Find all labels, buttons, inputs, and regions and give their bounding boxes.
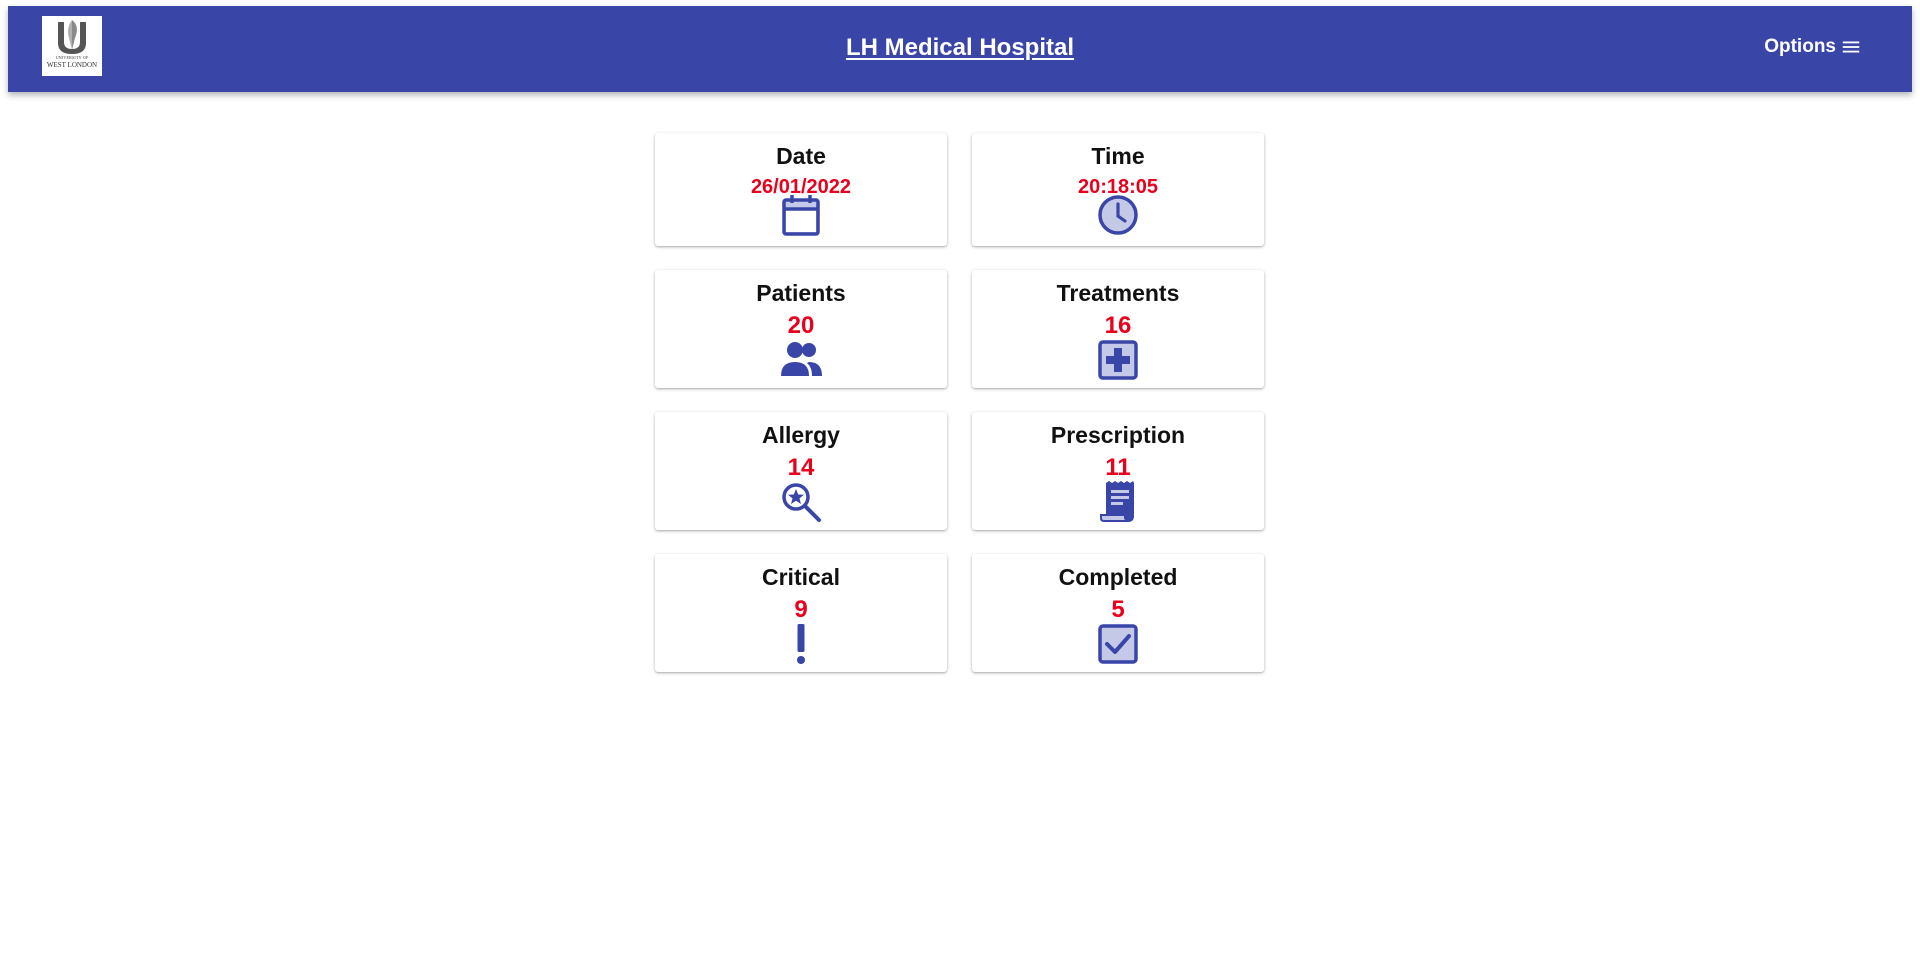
calendar-icon [779, 193, 823, 237]
card-critical: Critical 9 [655, 554, 947, 672]
card-title: Time [1091, 143, 1145, 169]
hospital-title-link[interactable]: LH Medical Hospital [8, 34, 1912, 62]
search-star-icon [779, 480, 823, 524]
receipt-icon [1096, 480, 1140, 524]
card-title: Treatments [1056, 280, 1180, 306]
card-prescription: Prescription 11 [972, 412, 1264, 530]
logo-line2: WEST LONDON [46, 61, 98, 69]
card-value: 14 [787, 454, 815, 481]
checkbox-icon [1096, 622, 1140, 666]
options-label: Options [1764, 36, 1836, 57]
card-value: 9 [794, 596, 808, 623]
exclamation-icon [779, 622, 823, 666]
card-title: Date [776, 143, 826, 169]
card-time: Time 20:18:05 [972, 133, 1264, 246]
card-title: Allergy [762, 422, 840, 448]
options-menu-button[interactable]: Options [1764, 36, 1862, 58]
card-completed: Completed 5 [972, 554, 1264, 672]
card-title: Completed [1058, 564, 1178, 590]
people-icon [779, 338, 823, 382]
card-treatments: Treatments 16 [972, 270, 1264, 388]
hamburger-menu-icon [1842, 41, 1860, 53]
card-title: Critical [762, 564, 840, 590]
medical-plus-icon [1096, 338, 1140, 382]
card-value: 20 [787, 312, 815, 339]
dashboard-page: UNIVERSITY OF WEST LONDON LH Medical Hos… [0, 0, 1920, 967]
app-header: UNIVERSITY OF WEST LONDON LH Medical Hos… [8, 6, 1912, 92]
card-patients: Patients 20 [655, 270, 947, 388]
card-value: 16 [1104, 312, 1132, 339]
card-title: Patients [756, 280, 846, 306]
card-value: 11 [1105, 454, 1131, 481]
card-date: Date 26/01/2022 [655, 133, 947, 246]
card-title: Prescription [1050, 422, 1186, 448]
card-value: 5 [1111, 596, 1125, 623]
card-allergy: Allergy 14 [655, 412, 947, 530]
clock-icon [1096, 193, 1140, 237]
